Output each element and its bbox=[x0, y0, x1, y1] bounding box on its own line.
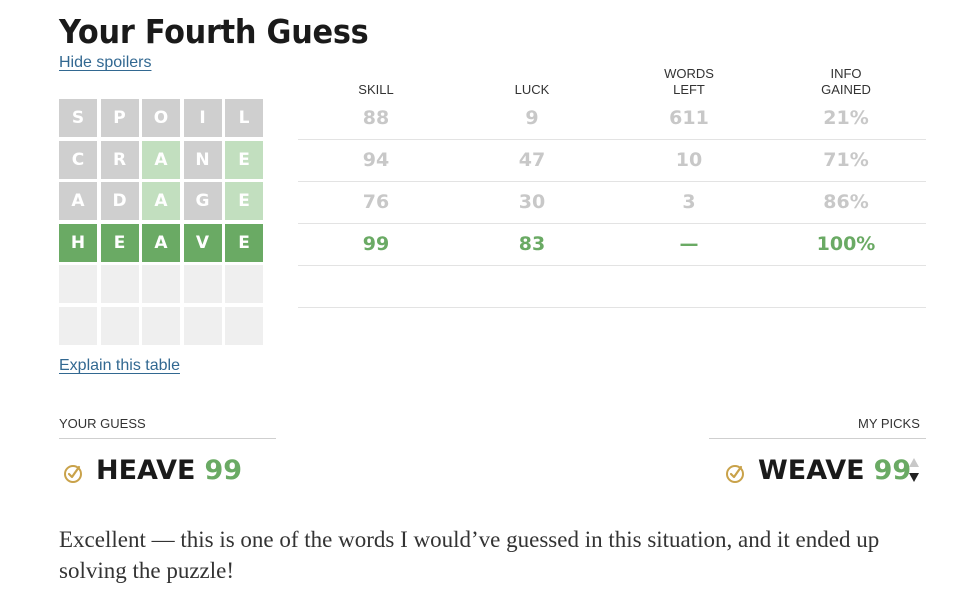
page-title: Your Fourth Guess bbox=[59, 12, 369, 51]
empty-tile bbox=[225, 265, 263, 303]
letter-tile: E bbox=[100, 223, 139, 262]
letter-tile: A bbox=[142, 140, 180, 179]
letter-tile: P bbox=[100, 99, 139, 137]
pick-scroll-arrows[interactable] bbox=[906, 452, 922, 488]
info-gained-value: 86% bbox=[823, 191, 869, 213]
stats-row: 88 9 611 21% bbox=[298, 98, 926, 140]
stats-row: 76 30 3 86% bbox=[298, 182, 926, 224]
my-picks-label: MY PICKS bbox=[858, 416, 920, 431]
my-pick-result: WEAVE 99 bbox=[724, 455, 911, 486]
header-info-gained: INFO GAINED bbox=[821, 66, 871, 97]
letter-tile: G bbox=[183, 182, 222, 220]
header-luck: LUCK bbox=[514, 82, 550, 97]
letter-tile: A bbox=[142, 182, 180, 220]
my-pick-word: WEAVE bbox=[758, 455, 865, 486]
empty-tile bbox=[142, 306, 180, 345]
words-left-value: — bbox=[679, 233, 699, 255]
check-circle-icon bbox=[724, 460, 746, 483]
skill-value: 88 bbox=[362, 107, 390, 129]
skill-value: 94 bbox=[362, 149, 390, 171]
stats-table: SKILL LUCK WORDS LEFT INFO GAINED 88 9 611 21… bbox=[298, 64, 926, 308]
stats-row: 94 47 10 71% bbox=[298, 140, 926, 182]
words-left-value: 3 bbox=[682, 191, 696, 213]
header-skill: SKILL bbox=[358, 82, 394, 97]
words-left-value: 611 bbox=[669, 107, 709, 129]
letter-tile: H bbox=[59, 223, 97, 262]
letter-tile: I bbox=[183, 99, 222, 137]
stats-row bbox=[298, 266, 926, 308]
info-gained-value: 71% bbox=[823, 149, 869, 171]
empty-tile bbox=[100, 265, 139, 303]
luck-value: 47 bbox=[518, 149, 546, 171]
letter-tile: R bbox=[100, 140, 139, 179]
hide-spoilers-link[interactable]: Hide spoilers bbox=[59, 54, 151, 72]
check-circle-icon bbox=[62, 460, 84, 483]
stats-header-row: SKILL LUCK WORDS LEFT INFO GAINED bbox=[298, 64, 926, 98]
empty-tile bbox=[59, 306, 97, 345]
luck-value: 9 bbox=[525, 107, 539, 129]
info-gained-value: 100% bbox=[816, 233, 876, 255]
letter-tile: L bbox=[225, 99, 263, 137]
empty-tile bbox=[100, 306, 139, 345]
letter-tile: A bbox=[59, 182, 97, 220]
luck-value: 83 bbox=[518, 233, 546, 255]
skill-value: 99 bbox=[362, 233, 390, 255]
your-guess-label: YOUR GUESS bbox=[59, 416, 146, 431]
letter-tile: C bbox=[59, 140, 97, 179]
letter-tile: S bbox=[59, 99, 97, 137]
arrow-up-icon bbox=[909, 458, 919, 467]
header-words-left: WORDS LEFT bbox=[664, 66, 714, 97]
letter-tile: V bbox=[183, 223, 222, 262]
explain-table-link[interactable]: Explain this table bbox=[59, 357, 180, 375]
your-guess-score: 99 bbox=[204, 455, 243, 486]
letter-tile: E bbox=[225, 223, 263, 262]
empty-tile bbox=[225, 306, 263, 345]
words-left-value: 10 bbox=[675, 149, 703, 171]
letter-tile: E bbox=[225, 140, 263, 179]
guess-board: SPOILCRANEADAGEHEAVE bbox=[59, 99, 263, 345]
letter-tile: E bbox=[225, 182, 263, 220]
empty-tile bbox=[142, 265, 180, 303]
empty-tile bbox=[59, 265, 97, 303]
divider bbox=[59, 438, 276, 439]
letter-tile: N bbox=[183, 140, 222, 179]
info-gained-value: 21% bbox=[823, 107, 869, 129]
skill-value: 76 bbox=[362, 191, 390, 213]
luck-value: 30 bbox=[518, 191, 546, 213]
divider bbox=[709, 438, 926, 439]
your-guess-word: HEAVE bbox=[96, 455, 196, 486]
letter-tile: A bbox=[142, 223, 180, 262]
empty-tile bbox=[183, 265, 222, 303]
feedback-message: Excellent — this is one of the words I w… bbox=[59, 527, 880, 583]
letter-tile: D bbox=[100, 182, 139, 220]
letter-tile: O bbox=[142, 99, 180, 137]
your-guess-result: HEAVE 99 bbox=[62, 455, 242, 486]
next-pick-peek bbox=[724, 490, 894, 500]
arrow-down-icon bbox=[909, 473, 919, 482]
empty-tile bbox=[183, 306, 222, 345]
stats-row: 99 83 — 100% bbox=[298, 224, 926, 266]
